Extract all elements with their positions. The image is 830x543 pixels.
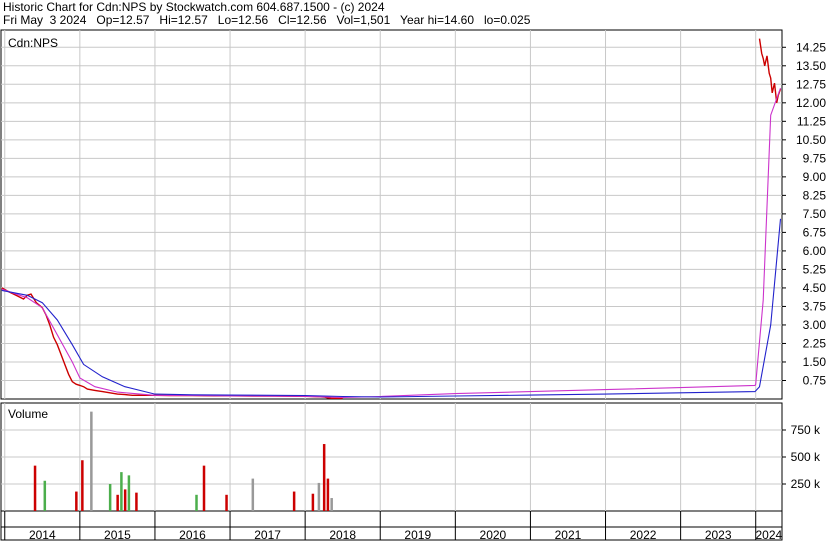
volume-bar: [108, 484, 112, 511]
x-tick-label: 2022: [630, 528, 657, 542]
price-y-tick-label: 0.75: [803, 373, 827, 387]
volume-bar: [135, 492, 138, 511]
volume-y-ticks: 750 k 500 k 250 k: [782, 423, 821, 491]
price-y-tick-label: 6.00: [803, 244, 827, 258]
volume-y-tick-label: 500 k: [791, 450, 821, 464]
volume-bar: [311, 493, 315, 511]
price-y-ticks: 14.25 13.50 12.75 12.00 11.25 10.50 9.75 9.00 8.…: [782, 40, 826, 387]
x-tick-label: 2020: [480, 528, 507, 542]
volume-bar: [123, 489, 127, 511]
price-y-tick-label: 11.25: [797, 114, 826, 128]
price-y-tick-label: 10.50: [796, 133, 826, 147]
volume-y-tick-label: 750 k: [791, 423, 821, 437]
volume-bar: [326, 478, 330, 511]
volume-bar: [81, 460, 84, 511]
volume-bar: [330, 498, 333, 511]
price-y-tick-label: 9.75: [803, 151, 827, 165]
volume-bar: [195, 494, 198, 511]
price-y-tick-label: 2.25: [803, 336, 827, 350]
price-y-tick-label: 7.50: [803, 207, 827, 221]
x-tick-label: 2019: [404, 528, 431, 542]
price-y-tick-label: 3.75: [803, 299, 827, 313]
price-y-tick-label: 8.25: [803, 188, 827, 202]
x-tick-label: 2021: [555, 528, 582, 542]
x-tick-label: 2017: [254, 528, 281, 542]
volume-bar: [317, 482, 321, 511]
price-y-tick-label: 13.50: [796, 59, 826, 73]
price-y-tick-label: 12.00: [796, 96, 826, 110]
price-y-tick-label: 1.50: [803, 355, 827, 369]
price-panel-title: Cdn:NPS: [8, 36, 58, 50]
volume-bar: [202, 465, 206, 511]
x-tick-label: 2018: [329, 528, 356, 542]
volume-bar: [116, 494, 119, 511]
price-y-tick-label: 12.75: [796, 77, 826, 91]
volume-bar: [120, 472, 123, 511]
x-tick-label: 2023: [705, 528, 732, 542]
stock-chart: 14.25 13.50 12.75 12.00 11.25 10.50 9.75 9.00 8.…: [0, 29, 826, 542]
x-tick-label: 2024: [756, 528, 783, 542]
volume-bar: [33, 465, 37, 511]
price-y-tick-label: 4.50: [803, 281, 827, 295]
volume-bar: [127, 475, 131, 511]
volume-bar: [322, 444, 326, 511]
price-y-tick-label: 5.25: [803, 262, 827, 276]
x-tick-label: 2015: [104, 528, 131, 542]
volume-bar: [75, 491, 78, 511]
volume-bar: [90, 411, 93, 511]
price-y-tick-label: 6.75: [803, 225, 827, 239]
x-tick-label: 2016: [179, 528, 206, 542]
price-y-tick-label: 3.00: [803, 318, 827, 332]
volume-bar: [43, 480, 47, 511]
volume-bar: [251, 478, 255, 511]
volume-bar: [225, 494, 228, 511]
price-y-tick-label: 9.00: [803, 170, 827, 184]
volume-y-tick-label: 250 k: [791, 477, 821, 491]
price-y-tick-label: 14.25: [796, 40, 826, 54]
x-tick-label: 2014: [29, 528, 56, 542]
volume-panel-title: Volume: [8, 407, 48, 421]
volume-bar: [292, 491, 296, 511]
